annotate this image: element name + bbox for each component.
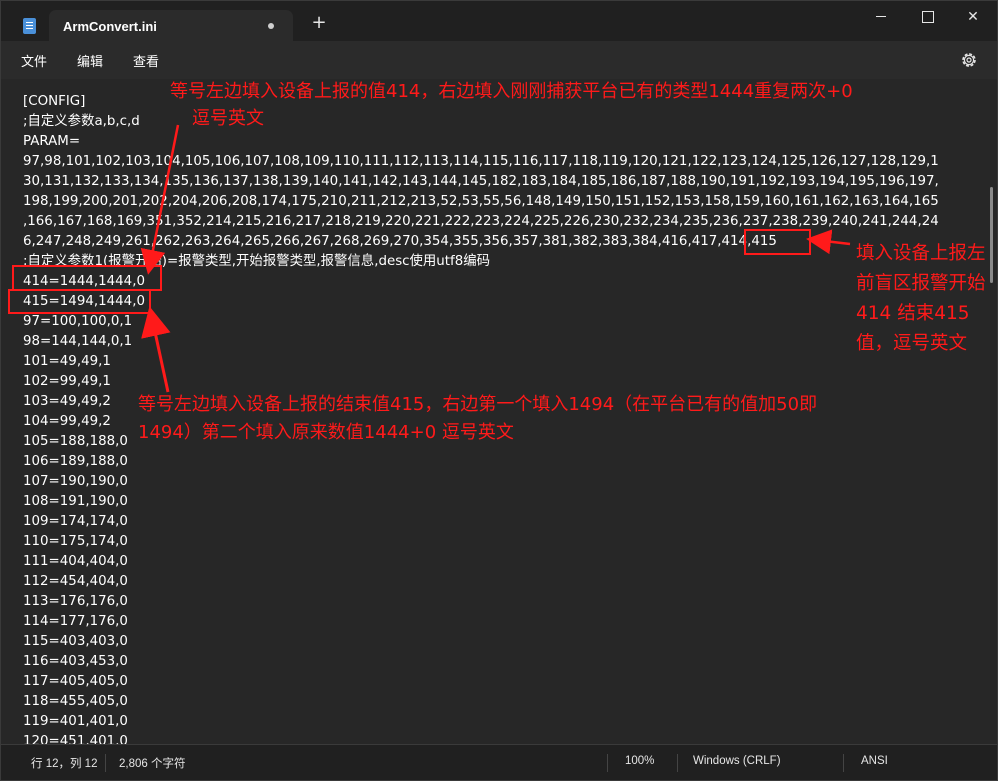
menu-view[interactable]: 查看 (133, 51, 159, 70)
status-divider (677, 754, 678, 772)
editor-line: 97,98,101,102,103,104,105,106,107,108,10… (23, 154, 939, 169)
minimize-button[interactable] (858, 1, 904, 33)
editor-line: 118=455,405,0 (23, 694, 128, 709)
tab-armconvert[interactable]: ArmConvert.ini (49, 10, 293, 41)
status-divider (607, 754, 608, 772)
title-bar: ArmConvert.ini + ✕ (1, 1, 997, 41)
annotation-top-line2: 逗号英文 (192, 108, 264, 129)
editor-text-area[interactable]: [CONFIG] ;自定义参数a,b,c,d PARAM= 97,98,101,102… (23, 92, 978, 744)
close-button[interactable]: ✕ (950, 1, 996, 33)
annotation-right: 填入设备上报左前盲区报警开始414 结束415值，逗号英文 (856, 243, 986, 354)
editor-line: 108=191,190,0 (23, 494, 128, 509)
editor-line: 109=174,174,0 (23, 514, 128, 529)
highlight-box-param-414-415 (744, 229, 811, 255)
editor-line: 101=49,49,1 (23, 354, 111, 369)
annotation-bottom-line2: 1494）第二个填入原来数值1444+0 逗号英文 (138, 422, 514, 443)
zoom-level[interactable]: 100% (625, 755, 654, 767)
editor-line: 415=1494,1444,0 (23, 294, 145, 309)
editor-line: 113=176,176,0 (23, 594, 128, 609)
status-bar: 行 12，列 12 2,806 个字符 100% Windows (CRLF) … (1, 744, 997, 780)
editor-line: ;自定义参数a,b,c,d (23, 114, 140, 129)
menu-bar: 文件 编辑 查看 (1, 41, 997, 79)
character-count: 2,806 个字符 (119, 758, 186, 770)
editor-line: PARAM= (23, 134, 81, 149)
editor-line: ;自定义参数1(报警开始)=报警类型,开始报警类型,报警信息,desc使用utf… (23, 254, 491, 269)
editor-line: 111=404,404,0 (23, 554, 128, 569)
editor-line: 102=99,49,1 (23, 374, 111, 389)
menu-edit[interactable]: 编辑 (77, 51, 103, 70)
editor-line: 97=100,100,0,1 (23, 314, 133, 329)
editor-line: 117=405,405,0 (23, 674, 128, 689)
editor-line: 115=403,403,0 (23, 634, 128, 649)
editor-line: 30,131,132,133,134,135,136,137,138,139,1… (23, 174, 939, 189)
line-ending[interactable]: Windows (CRLF) (693, 755, 781, 767)
highlight-box-line-414 (12, 265, 162, 291)
editor-line: 120=451,401,0 (23, 734, 128, 744)
editor-line: 198,199,200,201,202,204,206,208,174,175,… (23, 194, 939, 209)
editor-line: 114=177,176,0 (23, 614, 128, 629)
editor-line: 119=401,401,0 (23, 714, 128, 729)
menu-file[interactable]: 文件 (21, 51, 47, 70)
highlight-box-line-415 (8, 289, 151, 314)
editor-line: ,166,167,168,169,351,352,214,215,216,217… (23, 214, 939, 229)
settings-gear-icon[interactable] (959, 50, 979, 70)
status-divider (843, 754, 844, 772)
encoding[interactable]: ANSI (861, 755, 888, 767)
status-divider (105, 754, 106, 772)
editor-line: 107=190,190,0 (23, 474, 128, 489)
new-tab-button[interactable]: + (308, 12, 330, 34)
annotation-bottom-line1: 等号左边填入设备上报的结束值415，右边第一个填入1494（在平台已有的值加50… (138, 394, 818, 415)
notepad-app-icon (23, 18, 36, 34)
editor-line: 106=189,188,0 (23, 454, 128, 469)
editor-line: 98=144,144,0,1 (23, 334, 133, 349)
cursor-position: 行 12，列 12 (31, 758, 98, 770)
editor-line: 414=1444,1444,0 (23, 274, 145, 289)
annotation-top-line1: 等号左边填入设备上报的值414，右边填入刚刚捕获平台已有的类型1444重复两次+… (170, 81, 853, 102)
editor-line: 112=454,404,0 (23, 574, 128, 589)
unsaved-dot-icon[interactable] (268, 23, 274, 29)
editor-line: 110=175,174,0 (23, 534, 128, 549)
editor-line: 116=403,453,0 (23, 654, 128, 669)
notepad-window: ArmConvert.ini + ✕ 文件 编辑 查看 [CONFIG] ;自定义… (0, 0, 998, 781)
tab-title: ArmConvert.ini (63, 19, 157, 34)
maximize-button[interactable] (904, 1, 950, 33)
editor-line: 6,247,248,249,261,262,263,264,265,266,26… (23, 234, 777, 249)
